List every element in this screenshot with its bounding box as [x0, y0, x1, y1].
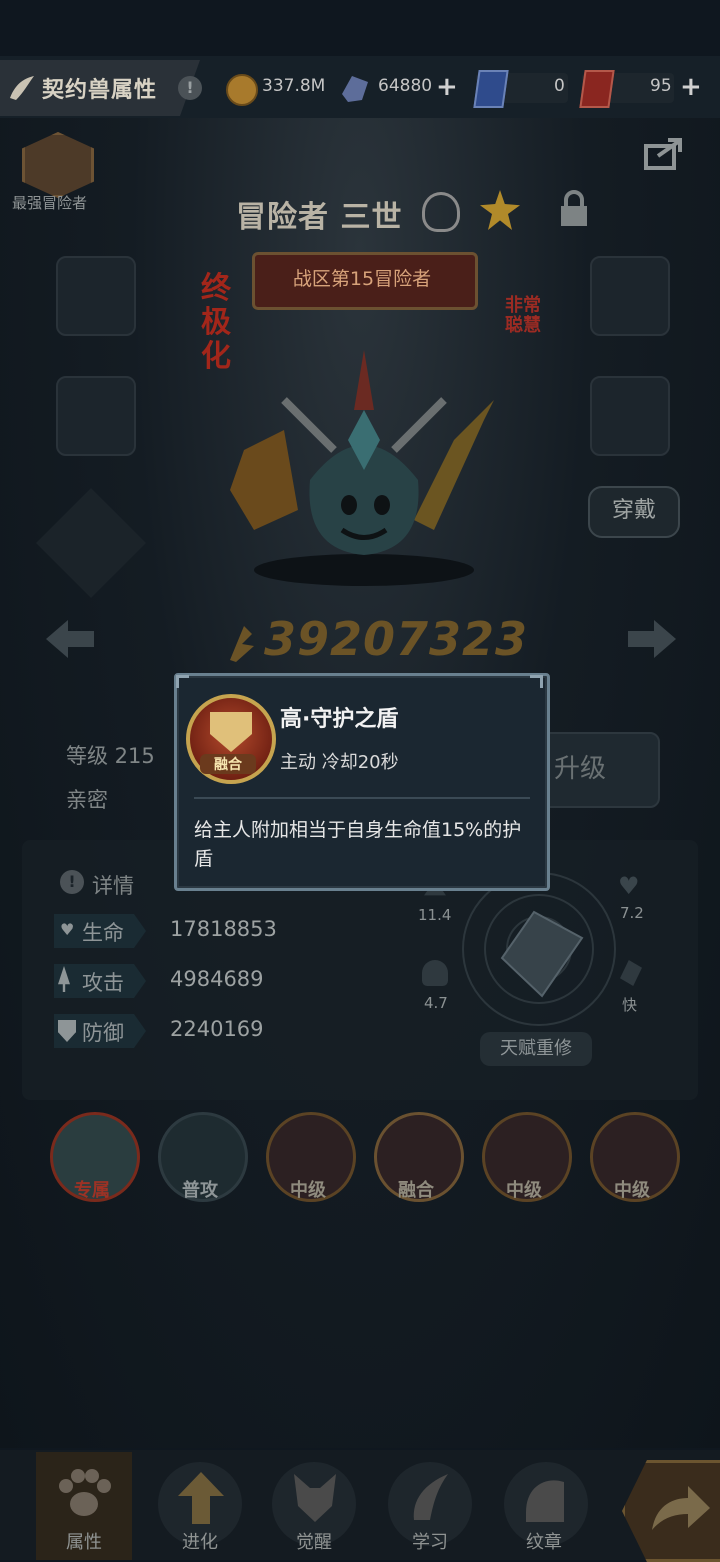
radar-value-top-left: 11.4	[418, 906, 452, 924]
skill-label-3: 中级	[290, 1180, 326, 1201]
lock-icon[interactable]	[558, 190, 590, 228]
stat-name-attack: 攻击	[82, 971, 124, 995]
skill-label-6: 中级	[614, 1180, 650, 1201]
blue-ticket-amount: 0	[554, 76, 565, 96]
side-button-right-2[interactable]	[590, 376, 670, 456]
skill-label-2: 普攻	[182, 1180, 218, 1201]
details-info-icon[interactable]: !	[60, 870, 84, 894]
stat-name-defense: 防御	[82, 1021, 124, 1045]
rank-label: 最强冒险者	[12, 194, 88, 212]
nav-label-learn: 学习	[412, 1532, 448, 1553]
radar-value-bottom-right: 快	[622, 996, 638, 1014]
go-arrow-icon	[652, 1486, 710, 1530]
pet-character[interactable]	[214, 340, 514, 590]
pet-name: 冒险者 三世	[236, 200, 403, 235]
crest-icon	[422, 192, 460, 232]
wear-button[interactable]: 穿戴	[588, 486, 680, 538]
stat-value-attack: 4984689	[170, 967, 264, 991]
side-button-left-1[interactable]	[56, 256, 136, 336]
share-icon[interactable]	[644, 136, 684, 172]
radar-value-top-right: 7.2	[620, 904, 644, 922]
learn-claw-icon	[413, 1474, 448, 1520]
radar-value-bottom-left: 4.7	[424, 994, 448, 1012]
details-label[interactable]: 详情	[92, 870, 134, 900]
gold-coin-icon	[226, 74, 258, 106]
radar-shape	[500, 910, 584, 998]
side-button-right-1[interactable]	[590, 256, 670, 336]
awaken-fox-icon	[294, 1474, 336, 1522]
stat-name-hp: 生命	[82, 921, 124, 945]
level-label: 等级 215	[66, 744, 155, 768]
gold-amount: 337.8M	[262, 76, 326, 96]
nav-label-awaken: 觉醒	[296, 1532, 332, 1553]
stat-value-defense: 2240169	[170, 1017, 264, 1041]
power-value: 39207323	[264, 612, 529, 666]
red-ticket-icon	[579, 70, 615, 108]
page-title: 契约兽属性	[42, 78, 158, 103]
stat-value-hp: 17818853	[170, 917, 277, 941]
claw-icon	[10, 76, 34, 100]
tooltip-corner-tr	[530, 675, 543, 688]
tooltip-corner-tl	[176, 675, 189, 688]
add-ticket-button[interactable]: +	[680, 72, 702, 102]
talent-reset-button[interactable]: 天赋重修	[480, 1032, 592, 1066]
crest-emblem-icon	[526, 1480, 564, 1522]
intimacy-label: 亲密	[66, 788, 108, 812]
skill-title: 高·守护之盾	[280, 707, 399, 732]
next-arrow-icon[interactable]	[626, 616, 678, 662]
trait-tag: 非常聪慧	[505, 295, 541, 336]
info-icon[interactable]: !	[178, 76, 202, 100]
evolve-arrow-icon	[178, 1472, 224, 1524]
prev-arrow-icon[interactable]	[44, 616, 96, 662]
nav-label-evolve: 进化	[182, 1532, 218, 1553]
side-button-left-2[interactable]	[56, 376, 136, 456]
skill-label-1: 专属	[74, 1180, 110, 1201]
paw-icon	[59, 1469, 111, 1516]
radar-mushroom-icon	[422, 960, 448, 986]
skill-description: 给主人附加相当于自身生命值15%的护盾	[194, 819, 522, 870]
heart-icon: ♥	[60, 920, 75, 939]
radar-heart-icon: ♥	[618, 872, 640, 900]
nav-label-attributes: 属性	[66, 1532, 102, 1553]
tooltip-divider	[194, 797, 530, 799]
power-icon	[230, 626, 254, 662]
skill-label-5: 中级	[506, 1180, 542, 1201]
crystal-amount: 64880	[378, 76, 433, 96]
skill-label-4: 融合	[398, 1180, 434, 1201]
fusion-badge: 融合	[200, 754, 256, 774]
nav-label-crest: 纹章	[526, 1532, 562, 1553]
add-crystal-button[interactable]: +	[436, 72, 458, 102]
skill-meta: 主动 冷却20秒	[280, 752, 399, 773]
crystal-icon	[342, 76, 368, 102]
blue-ticket-icon	[473, 70, 509, 108]
zone-banner-text: 战区第15冒险者	[292, 268, 432, 290]
red-ticket-amount: 95	[650, 76, 672, 96]
